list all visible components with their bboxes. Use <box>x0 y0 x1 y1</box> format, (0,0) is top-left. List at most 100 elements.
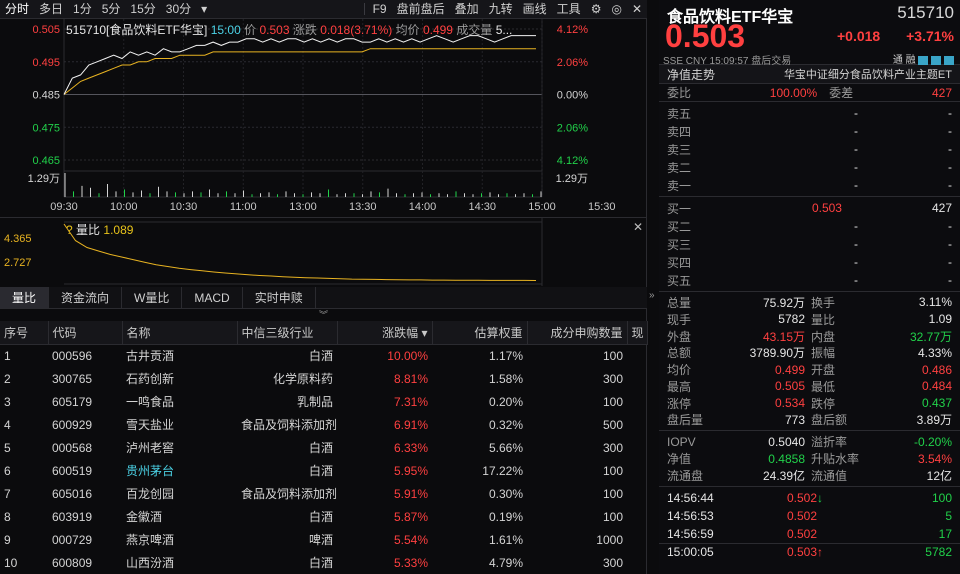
level-label: 买五 <box>667 273 692 288</box>
volume-ratio-panel[interactable]: 4.365 2.727 ? 量比 1.089 ✕ <box>0 217 647 286</box>
change-pct: 5.95% <box>393 463 428 478</box>
order-book-row[interactable]: 卖一 - - <box>659 176 960 194</box>
order-book-row[interactable]: 卖三 - - <box>659 140 960 158</box>
close-icon[interactable]: ✕ <box>627 0 647 19</box>
column-header[interactable]: 估算权重 <box>432 321 528 345</box>
volume-ratio-line <box>63 223 537 281</box>
column-header[interactable]: 代码 <box>48 321 123 345</box>
bell-icon[interactable] <box>931 55 942 65</box>
table-row[interactable]: 4 600929 雪天盐业 食品及饲料添加剂 6.91% 0.32% 500 <box>0 413 647 436</box>
market-info: SSE CNY 15:09:57 盘后交易 <box>663 52 791 67</box>
level-volume: - <box>948 142 952 156</box>
volume-ratio-tick-high: 4.365 <box>4 233 32 245</box>
tick-volume: 5 <box>945 508 952 523</box>
weight: 1.61% <box>488 532 523 547</box>
tab-macd[interactable]: MACD <box>182 287 243 308</box>
overlay-button[interactable]: 叠加 <box>450 0 484 19</box>
stat-value: 0.5040 <box>768 434 805 449</box>
stat-row: 总量 75.92万 换手 3.11% <box>659 294 960 311</box>
table-row[interactable]: 2 300765 石药创新 化学原料药 8.81% 1.58% 300 <box>0 367 647 390</box>
level-price: - <box>854 124 858 138</box>
level-label: 卖五 <box>667 106 692 121</box>
pre-post-market-button[interactable]: 盘前盘后 <box>392 0 450 19</box>
stock-name: 泸州老窖 <box>126 441 175 455</box>
column-header[interactable]: 序号 <box>0 321 49 345</box>
creation-qty: 100 <box>602 394 623 409</box>
stat-value: 24.39亿 <box>762 468 805 483</box>
row-index: 5 <box>4 440 11 455</box>
tick-row: 14:56:59 0.502 17 <box>659 525 960 543</box>
stat-row: 盘后量 773 盘后额 3.89万 <box>659 412 960 429</box>
column-header[interactable]: 现 <box>627 321 648 345</box>
table-row[interactable]: 8 603919 金徽酒 白酒 5.87% 0.19% 100 <box>0 505 647 528</box>
stat-value: 773 <box>784 412 805 427</box>
tab-1min[interactable]: 1分 <box>68 0 97 19</box>
stat-value: 12亿 <box>926 468 952 483</box>
order-book-row[interactable]: 卖五 - - <box>659 104 960 122</box>
order-book-row[interactable]: 买二 - - <box>659 217 960 235</box>
level-price: - <box>854 255 858 269</box>
row-index: 2 <box>4 371 11 386</box>
nine-turn-button[interactable]: 九转 <box>484 0 518 19</box>
plus-icon[interactable] <box>944 55 954 65</box>
x-tick: 10:30 <box>170 201 198 213</box>
level-volume: - <box>948 255 952 269</box>
help-icon[interactable]: ? <box>66 223 73 237</box>
panel-splitter[interactable]: » <box>648 0 658 574</box>
order-book-row[interactable]: 买一 0.503 427 <box>659 199 960 217</box>
column-header[interactable]: 成分申购数量 <box>527 321 628 345</box>
stat-row: 现手 5782 量比 1.09 <box>659 311 960 328</box>
last-price: 0.503 <box>665 18 746 54</box>
level-label: 卖四 <box>667 124 692 139</box>
table-row[interactable]: 1 000596 古井贡酒 白酒 10.00% 1.17% 100 <box>0 344 647 367</box>
snapshot-icon[interactable]: ◎ <box>606 0 626 19</box>
table-row[interactable]: 9 000729 燕京啤酒 啤酒 5.54% 1.61% 1000 <box>0 528 647 551</box>
tab-realtime-creation[interactable]: 实时申赎 <box>243 287 316 308</box>
tab-intraday[interactable]: 分时 <box>0 0 34 19</box>
column-header[interactable]: 涨跌幅 ▾ <box>337 321 433 345</box>
close-panel-icon[interactable]: ✕ <box>633 220 643 234</box>
creation-qty: 100 <box>602 509 623 524</box>
order-book-row[interactable]: 买三 - - <box>659 235 960 253</box>
order-book-row[interactable]: 卖四 - - <box>659 122 960 140</box>
tab-5min[interactable]: 5分 <box>97 0 126 19</box>
volume-label: 成交量 <box>456 23 493 37</box>
order-book-row[interactable]: 买五 - - <box>659 271 960 289</box>
tab-30min[interactable]: 30分 <box>161 0 196 19</box>
chart-header: 515710[食品饮料ETF华宝] 15:00 价 0.503 涨跌 0.018… <box>66 21 512 38</box>
commission-diff-label: 委差 <box>829 86 854 100</box>
stat-value: 5782 <box>778 312 805 327</box>
table-row[interactable]: 6 600519 贵州茅台 白酒 5.95% 17.22% 100 <box>0 459 647 482</box>
settings-gear-icon[interactable]: ⚙ <box>586 0 607 19</box>
weight: 4.79% <box>488 555 523 570</box>
edit-icon[interactable] <box>918 55 929 65</box>
tick-volume: 100 <box>931 490 952 505</box>
order-book-row[interactable]: 卖二 - - <box>659 158 960 176</box>
tab-15min[interactable]: 15分 <box>125 0 160 19</box>
tab-w-volume-ratio[interactable]: W量比 <box>122 287 183 308</box>
table-row[interactable]: 7 605016 百龙创园 食品及饲料添加剂 5.91% 0.30% 100 <box>0 482 647 505</box>
tab-volume-ratio[interactable]: 量比 <box>0 287 50 308</box>
tab-fund-flow[interactable]: 资金流向 <box>49 287 123 308</box>
column-header[interactable]: 名称 <box>122 321 238 345</box>
stock-code: 605016 <box>52 486 93 501</box>
stat-label: 溢折率 <box>811 435 848 450</box>
weight: 0.20% <box>488 394 523 409</box>
order-book-row[interactable]: 买四 - - <box>659 253 960 271</box>
intraday-chart[interactable]: 0.505 0.495 0.485 0.475 0.465 1.29万 4.12% 2.06… <box>0 19 647 217</box>
draw-line-button[interactable]: 画线 <box>518 0 552 19</box>
more-periods-dropdown[interactable]: ▾ <box>196 0 212 19</box>
stock-code: 000729 <box>52 532 93 547</box>
collapse-chevron-icon[interactable]: ︾ <box>0 309 647 321</box>
tools-button[interactable]: 工具 <box>552 0 586 19</box>
column-header[interactable]: 中信三级行业 <box>237 321 338 345</box>
row-index: 10 <box>4 555 18 570</box>
table-row[interactable]: 3 605179 一鸣食品 乳制品 7.31% 0.20% 100 <box>0 390 647 413</box>
tab-multi-day[interactable]: 多日 <box>34 0 68 19</box>
expand-arrow-icon[interactable]: » <box>649 290 655 301</box>
table-row[interactable]: 5 000568 泸州老窖 白酒 6.33% 5.66% 300 <box>0 436 647 459</box>
level-volume: - <box>948 219 952 233</box>
table-row[interactable]: 10 600809 山西汾酒 白酒 5.33% 4.79% 300 <box>0 551 647 574</box>
f9-button[interactable]: F9 <box>368 0 392 19</box>
quote-header: 食品饮料ETF华宝 515710 0.503 +0.018 +3.71% SSE… <box>659 0 960 67</box>
